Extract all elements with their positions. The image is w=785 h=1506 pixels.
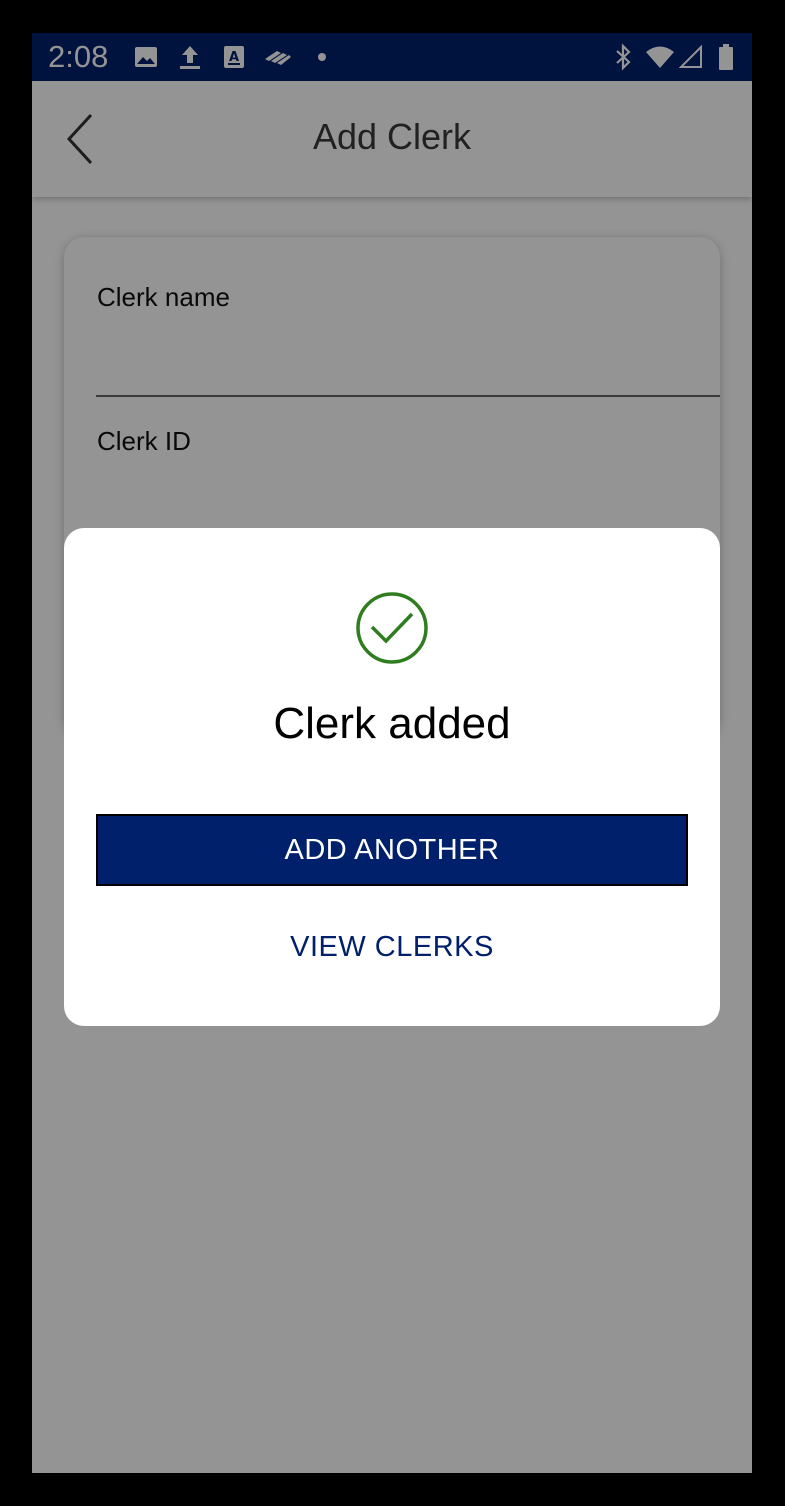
add-another-button[interactable]: ADD ANOTHER bbox=[96, 814, 688, 886]
device-screen: 2:08 A Add Clerk Clerk name Clerk ID Cle… bbox=[32, 33, 752, 1473]
view-clerks-button[interactable]: VIEW CLERKS bbox=[96, 912, 688, 982]
dialog-title: Clerk added bbox=[273, 699, 511, 748]
success-dialog: Clerk added ADD ANOTHER VIEW CLERKS bbox=[64, 528, 720, 1026]
check-circle-icon bbox=[356, 592, 428, 664]
